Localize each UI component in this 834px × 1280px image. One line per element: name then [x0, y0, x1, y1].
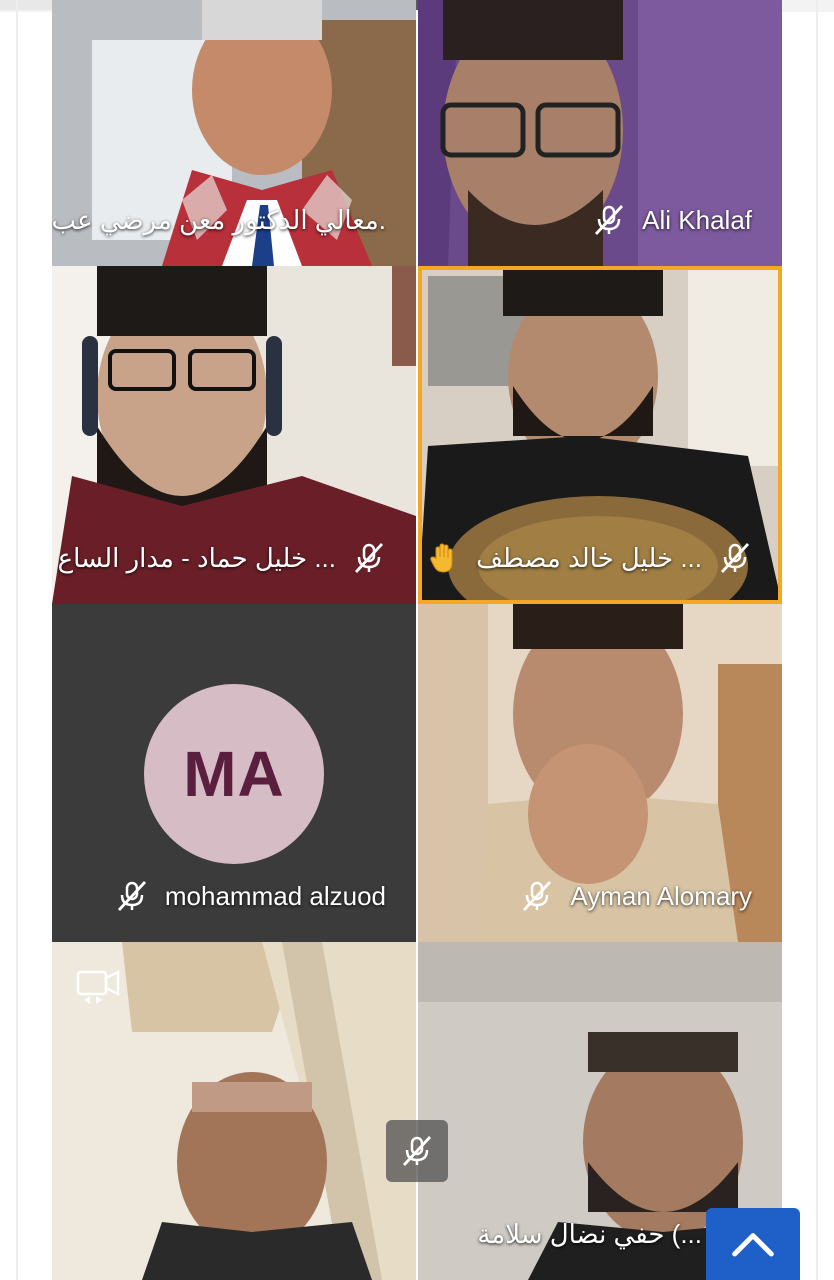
scroll-up-button[interactable] — [706, 1208, 800, 1280]
video-call-gallery: معالي الدكتور معن مرضي عب. Ali Khalaf خل… — [0, 0, 834, 1280]
chevron-up-icon — [732, 1233, 774, 1257]
mic-off-icon — [117, 881, 146, 911]
participant-name-row: خليل حماد - مدار الساع ... — [52, 538, 416, 578]
participant-tile-active[interactable]: خليل خالد مصطف ... — [418, 266, 782, 604]
camera-switch-icon[interactable] — [76, 966, 120, 1006]
mute-indicator — [386, 1120, 448, 1182]
mic-off-icon — [402, 1136, 432, 1166]
participant-name-row: Ali Khalaf — [418, 200, 782, 240]
participant-name: Ali Khalaf — [642, 204, 752, 235]
participant-name-row: خليل خالد مصطف ... — [418, 538, 782, 578]
divider-right — [816, 0, 818, 1280]
participant-name-row: معالي الدكتور معن مرضي عب. — [52, 200, 416, 240]
participant-tile[interactable]: معالي الدكتور معن مرضي عب. — [52, 0, 416, 266]
mic-off-icon — [720, 543, 750, 573]
mic-off-icon — [595, 205, 624, 235]
participant-tile[interactable]: MA mohammad alzuod — [52, 604, 416, 942]
avatar: MA — [144, 684, 324, 864]
participant-name: خليل حماد - مدار الساع ... — [57, 542, 336, 573]
participant-name: mohammad alzuod — [164, 880, 386, 911]
participant-name: حفي نضال سلامة (... — [477, 1218, 702, 1249]
participant-name: معالي الدكتور معن مرضي عب. — [52, 204, 386, 235]
divider-left — [16, 0, 18, 1280]
participant-tile[interactable]: خليل حماد - مدار الساع ... — [52, 266, 416, 604]
mic-off-icon — [523, 881, 552, 911]
participant-tile[interactable] — [52, 942, 416, 1280]
participant-tile[interactable]: Ayman Alomary — [418, 604, 782, 942]
mic-off-icon — [354, 543, 384, 573]
participant-name-row: mohammad alzuod — [52, 876, 416, 916]
raised-hand-icon — [430, 543, 453, 573]
participant-name: خليل خالد مصطف ... — [476, 542, 702, 573]
participant-name: Ayman Alomary — [570, 880, 752, 911]
participant-tile[interactable]: Ali Khalaf — [418, 0, 782, 266]
participant-name-row: Ayman Alomary — [418, 876, 782, 916]
